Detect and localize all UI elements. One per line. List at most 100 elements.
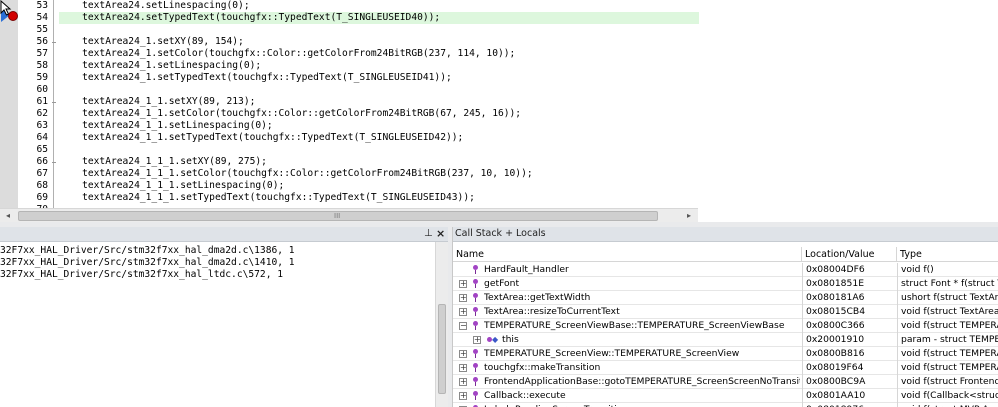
code-editor[interactable]: 53545556575859606162636465666768697071 t… xyxy=(0,0,998,222)
column-location[interactable]: Location/Value xyxy=(802,247,897,262)
expand-icon[interactable]: + xyxy=(459,364,467,372)
call-stack-row[interactable]: + TextArea::getTextWidth 0x080181A6 ushort … xyxy=(453,291,998,305)
collapse-icon[interactable]: − xyxy=(459,322,467,330)
scrollbar-thumb[interactable] xyxy=(438,304,446,394)
call-stack-row[interactable]: − TEMPERATURE_ScreenViewBase::TEMPERATURE… xyxy=(453,319,998,333)
line-number: 63 xyxy=(36,120,48,131)
function-icon xyxy=(471,391,480,400)
expand-icon[interactable]: + xyxy=(459,294,467,302)
frame-name: HardFault_Handler xyxy=(484,264,569,275)
column-type[interactable]: Type xyxy=(897,247,998,262)
code-area[interactable]: textArea24.setLinespacing(0); textArea24… xyxy=(59,0,998,222)
frame-type: struct Font * f(struct T... xyxy=(897,277,998,291)
frame-name: this xyxy=(502,334,519,345)
frame-location: 0x08019F64 xyxy=(802,361,897,375)
expand-icon[interactable]: + xyxy=(459,392,467,400)
frame-location: 0x0801AA10 xyxy=(802,389,897,403)
call-stack-row[interactable]: +Label::ReadingScreenTransition0x0801897… xyxy=(453,403,998,407)
editor-horizontal-scrollbar[interactable]: ◂ III ▸ xyxy=(0,208,698,222)
code-line[interactable]: textArea24_1_1_1.setXY(89, 275); xyxy=(59,156,267,168)
code-line[interactable]: textArea24_1_1_1.setLinespacing(0); xyxy=(59,180,284,192)
editor-gutter: 53545556575859606162636465666768697071 xyxy=(0,0,59,222)
frame-type: void f(struct TEMPERATURE... xyxy=(897,361,998,375)
code-line[interactable]: textArea24_1.setLinespacing(0); xyxy=(59,60,261,72)
output-line[interactable]: 32F7xx_HAL_Driver/Src/stm32f7xx_hal_dma2… xyxy=(0,245,295,257)
expand-icon[interactable]: + xyxy=(459,280,467,288)
frame-type: void f() xyxy=(897,263,998,277)
line-number: 61 xyxy=(36,96,48,107)
output-line[interactable]: 32F7xx_HAL_Driver/Src/stm32f7xx_hal_dma2… xyxy=(0,257,295,269)
line-number: 67 xyxy=(36,168,48,179)
scrollbar-thumb[interactable]: III xyxy=(18,211,658,221)
line-number: 68 xyxy=(36,180,48,191)
frame-name: TEMPERATURE_ScreenView::TEMPERATURE_Scre… xyxy=(484,348,740,359)
key-icon: ◆ xyxy=(492,335,499,344)
frame-name: TextArea::getTextWidth xyxy=(484,292,591,303)
call-stack-row[interactable]: + getFont 0x0801851E struct Font * f(struct… xyxy=(453,277,998,291)
call-stack-row[interactable]: + touchgfx::makeTransition 0x08019F64 void … xyxy=(453,361,998,375)
frame-name: Callback::execute xyxy=(484,390,566,401)
expand-icon[interactable]: + xyxy=(473,336,481,344)
call-stack-row[interactable]: + FrontendApplicationBase::gotoTEMPERATUR… xyxy=(453,375,998,389)
breakpoint-margin[interactable] xyxy=(0,0,18,208)
code-line[interactable]: textArea24_1_1.setTypedText(touchgfx::Ty… xyxy=(59,132,463,144)
line-number: 69 xyxy=(36,192,48,203)
column-name[interactable]: Name xyxy=(453,247,802,262)
frame-type: void f(Callback<struct... xyxy=(897,389,998,403)
code-line[interactable]: textArea24_1.setColor(touchgfx::Color::g… xyxy=(59,48,515,60)
code-line[interactable]: textArea24.setLinespacing(0); xyxy=(59,0,250,12)
frame-location: 0x0800BC9A xyxy=(802,375,897,389)
code-line[interactable]: textArea24_1_1.setColor(touchgfx::Color:… xyxy=(59,108,521,120)
lower-panels: ⊥ × 32F7xx_HAL_Driver/Src/stm32f7xx_hal_… xyxy=(0,222,998,407)
line-number: 53 xyxy=(36,0,48,11)
code-line[interactable]: textArea24_1.setXY(89, 154); xyxy=(59,36,244,48)
frame-location: 0x20001910 xyxy=(802,333,897,347)
call-stack-locals-panel: Call Stack + Locals Name Location/Value … xyxy=(452,227,998,407)
frame-type: param - struct TEMPE... xyxy=(897,333,998,347)
function-icon xyxy=(471,279,480,288)
parameter-icon: ◆ xyxy=(487,335,499,345)
frame-type: void f(struct MVP Ap... xyxy=(897,403,998,407)
highlighted-code-line[interactable]: textArea24.setTypedText(touchgfx::TypedT… xyxy=(59,12,699,24)
output-vertical-scrollbar[interactable] xyxy=(435,242,448,407)
fold-marker xyxy=(52,102,56,103)
expand-icon[interactable]: + xyxy=(459,378,467,386)
line-number: 65 xyxy=(36,144,48,155)
output-line[interactable]: 32F7xx_HAL_Driver/Src/stm32f7xx_hal_ltdc… xyxy=(0,269,283,281)
frame-type: void f(struct Frontend... xyxy=(897,375,998,389)
editor-blank-area xyxy=(698,208,998,222)
frame-name: Label::ReadingScreenTransition xyxy=(484,403,628,407)
function-icon xyxy=(471,349,480,358)
panel-title: Call Stack + Locals xyxy=(455,228,546,239)
expand-icon[interactable]: + xyxy=(459,308,467,316)
scroll-right-icon[interactable]: ▸ xyxy=(684,211,694,221)
call-stack-row[interactable]: + ◆this 0x20001910param - struct TEMPE... xyxy=(453,333,998,347)
expand-icon[interactable]: + xyxy=(459,350,467,358)
column-header: Name Location/Value Type xyxy=(453,247,998,262)
function-icon xyxy=(471,293,480,302)
code-line[interactable]: textArea24_1.setTypedText(touchgfx::Type… xyxy=(59,72,452,84)
line-number: 60 xyxy=(36,84,48,95)
code-line[interactable]: textArea24_1_1_1.setColor(touchgfx::Colo… xyxy=(59,168,533,180)
call-stack-row[interactable]: + Callback::execute 0x0801AA10 void f(Callb… xyxy=(453,389,998,403)
pin-icon[interactable]: ⊥ xyxy=(424,228,433,239)
frame-name: TEMPERATURE_ScreenViewBase::TEMPERATURE_… xyxy=(484,320,785,331)
function-icon xyxy=(471,321,480,330)
close-icon[interactable]: × xyxy=(436,227,445,240)
scroll-left-icon[interactable]: ◂ xyxy=(3,211,13,221)
code-line[interactable]: textArea24_1_1_1.setTypedText(touchgfx::… xyxy=(59,192,475,204)
code-line[interactable]: textArea24_1_1.setLinespacing(0); xyxy=(59,120,273,132)
call-stack-row[interactable]: + TextArea::resizeToCurrentText 0x08015CB4… xyxy=(453,305,998,319)
frame-location: 0x08018976 xyxy=(802,403,897,407)
function-icon xyxy=(471,363,480,372)
code-line[interactable]: textArea24_1_1.setXY(89, 213); xyxy=(59,96,255,108)
line-number: 58 xyxy=(36,60,48,71)
call-stack-row[interactable]: + TEMPERATURE_ScreenView::TEMPERATURE_Scr… xyxy=(453,347,998,361)
frame-name: TextArea::resizeToCurrentText xyxy=(484,306,620,317)
call-stack-row[interactable]: HardFault_Handler 0x08004DF6 void f() xyxy=(453,263,998,277)
line-number: 64 xyxy=(36,132,48,143)
frame-location: 0x0800B816 xyxy=(802,347,897,361)
frame-location: 0x0801851E xyxy=(802,277,897,291)
fold-marker xyxy=(52,162,56,163)
frame-type: void f(struct TEMPERATURE... xyxy=(897,347,998,361)
